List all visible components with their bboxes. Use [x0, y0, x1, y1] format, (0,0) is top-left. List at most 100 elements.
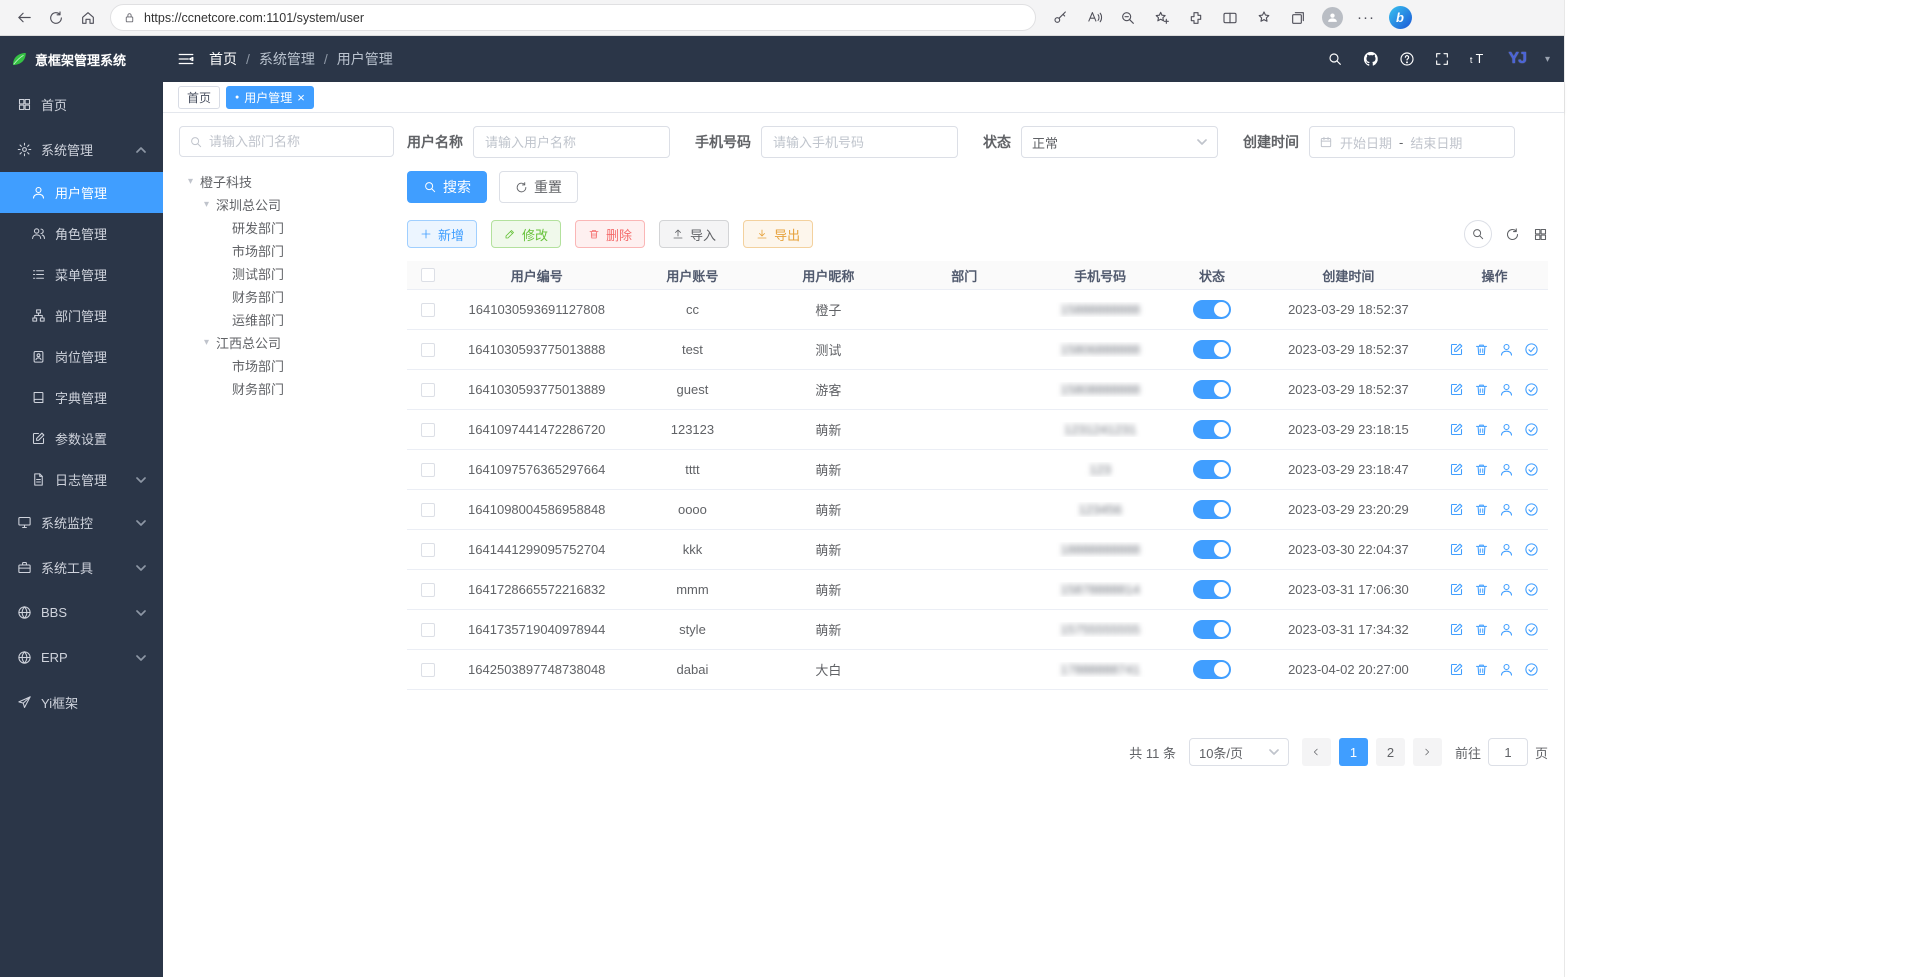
- status-toggle[interactable]: [1193, 300, 1231, 319]
- row-checkbox[interactable]: [421, 583, 435, 597]
- sidebar-item-role-mgmt[interactable]: 角色管理: [0, 213, 163, 254]
- row-checkbox[interactable]: [421, 423, 435, 437]
- delete-icon[interactable]: [1474, 342, 1489, 357]
- zoom-out-icon[interactable]: [1112, 4, 1144, 32]
- export-button[interactable]: 导出: [743, 220, 813, 248]
- row-checkbox[interactable]: [421, 303, 435, 317]
- sidebar-item-yi-framework[interactable]: Yi框架: [0, 680, 163, 725]
- row-checkbox[interactable]: [421, 463, 435, 477]
- help-icon[interactable]: [1399, 51, 1415, 67]
- breadcrumb-home[interactable]: 首页: [209, 49, 237, 69]
- github-icon[interactable]: [1362, 50, 1380, 68]
- tree-node[interactable]: ▾ 市场部门: [179, 354, 394, 377]
- select-all-checkbox[interactable]: [421, 268, 435, 282]
- sidebar-item-tools[interactable]: 系统工具: [0, 545, 163, 590]
- row-checkbox[interactable]: [421, 383, 435, 397]
- assign-role-icon[interactable]: [1524, 582, 1539, 597]
- import-button[interactable]: 导入: [659, 220, 729, 248]
- profile-avatar[interactable]: [1316, 4, 1348, 32]
- tree-node[interactable]: ▾ 研发部门: [179, 216, 394, 239]
- home-icon[interactable]: [72, 4, 104, 32]
- edit-icon[interactable]: [1449, 622, 1464, 637]
- assign-role-icon[interactable]: [1524, 422, 1539, 437]
- status-toggle[interactable]: [1193, 500, 1231, 519]
- refresh-icon[interactable]: [40, 4, 72, 32]
- status-toggle[interactable]: [1193, 340, 1231, 359]
- delete-button[interactable]: 删除: [575, 220, 645, 248]
- status-toggle[interactable]: [1193, 460, 1231, 479]
- tree-expand-icon[interactable]: ▾: [200, 337, 213, 348]
- sidebar-item-erp[interactable]: ERP: [0, 635, 163, 680]
- edit-icon[interactable]: [1449, 502, 1464, 517]
- delete-icon[interactable]: [1474, 662, 1489, 677]
- password-key-icon[interactable]: [1044, 4, 1076, 32]
- assign-role-icon[interactable]: [1524, 342, 1539, 357]
- assign-role-icon[interactable]: [1524, 662, 1539, 677]
- sidebar-item-menu-mgmt[interactable]: 菜单管理: [0, 254, 163, 295]
- sidebar-item-dept-mgmt[interactable]: 部门管理: [0, 295, 163, 336]
- split-screen-icon[interactable]: [1214, 4, 1246, 32]
- edit-icon[interactable]: [1449, 382, 1464, 397]
- edit-icon[interactable]: [1449, 342, 1464, 357]
- assign-role-icon[interactable]: [1524, 542, 1539, 557]
- reset-password-icon[interactable]: [1499, 542, 1514, 557]
- extensions-icon[interactable]: [1180, 4, 1212, 32]
- date-range-picker[interactable]: 开始日期 - 结束日期: [1309, 126, 1515, 158]
- sidebar-item-home[interactable]: 首页: [0, 82, 163, 127]
- table-refresh-icon[interactable]: [1505, 227, 1520, 242]
- row-checkbox[interactable]: [421, 663, 435, 677]
- sidebar-item-dict-mgmt[interactable]: 字典管理: [0, 377, 163, 418]
- add-favorite-icon[interactable]: [1146, 4, 1178, 32]
- tree-expand-icon[interactable]: ▾: [184, 176, 197, 187]
- reset-button[interactable]: 重置: [499, 171, 578, 203]
- assign-role-icon[interactable]: [1524, 382, 1539, 397]
- collections-icon[interactable]: [1282, 4, 1314, 32]
- user-avatar-logo[interactable]: YJ: [1508, 50, 1526, 68]
- url-text[interactable]: https://ccnetcore.com:1101/system/user: [144, 11, 364, 25]
- tree-node[interactable]: ▾ 江西总公司: [179, 331, 394, 354]
- search-icon[interactable]: [1327, 51, 1343, 67]
- sidebar-item-system[interactable]: 系统管理: [0, 127, 163, 172]
- row-checkbox[interactable]: [421, 623, 435, 637]
- next-page-button[interactable]: [1413, 738, 1442, 766]
- tab-home[interactable]: 首页: [178, 86, 220, 109]
- delete-icon[interactable]: [1474, 542, 1489, 557]
- sidebar-item-param-settings[interactable]: 参数设置: [0, 418, 163, 459]
- sidebar-item-user-mgmt[interactable]: 用户管理: [0, 172, 163, 213]
- modify-button[interactable]: 修改: [491, 220, 561, 248]
- tree-node[interactable]: ▾ 深圳总公司: [179, 193, 394, 216]
- sidebar-item-post-mgmt[interactable]: 岗位管理: [0, 336, 163, 377]
- status-toggle[interactable]: [1193, 620, 1231, 639]
- row-checkbox[interactable]: [421, 543, 435, 557]
- delete-icon[interactable]: [1474, 582, 1489, 597]
- table-search-toggle-icon[interactable]: [1464, 220, 1492, 248]
- delete-icon[interactable]: [1474, 422, 1489, 437]
- edit-icon[interactable]: [1449, 582, 1464, 597]
- assign-role-icon[interactable]: [1524, 502, 1539, 517]
- back-icon[interactable]: [8, 4, 40, 32]
- edit-icon[interactable]: [1449, 662, 1464, 677]
- delete-icon[interactable]: [1474, 622, 1489, 637]
- reset-password-icon[interactable]: [1499, 382, 1514, 397]
- reset-password-icon[interactable]: [1499, 342, 1514, 357]
- breadcrumb-system[interactable]: 系统管理: [259, 49, 315, 69]
- read-aloud-icon[interactable]: [1078, 4, 1110, 32]
- goto-page-input[interactable]: [1488, 738, 1528, 766]
- reset-password-icon[interactable]: [1499, 462, 1514, 477]
- sidebar-collapse-icon[interactable]: [177, 50, 195, 68]
- sidebar-item-log-mgmt[interactable]: 日志管理: [0, 459, 163, 500]
- page-button-1[interactable]: 1: [1339, 738, 1368, 766]
- reset-password-icon[interactable]: [1499, 502, 1514, 517]
- edit-icon[interactable]: [1449, 422, 1464, 437]
- tab-user-mgmt[interactable]: ● 用户管理 ×: [226, 86, 314, 109]
- add-button[interactable]: 新增: [407, 220, 477, 248]
- tree-node[interactable]: ▾ 运维部门: [179, 308, 394, 331]
- reset-password-icon[interactable]: [1499, 422, 1514, 437]
- reset-password-icon[interactable]: [1499, 662, 1514, 677]
- edit-icon[interactable]: [1449, 462, 1464, 477]
- username-input[interactable]: [473, 126, 670, 158]
- bing-chat-icon[interactable]: b: [1384, 4, 1416, 32]
- prev-page-button[interactable]: [1302, 738, 1331, 766]
- sidebar-item-monitor[interactable]: 系统监控: [0, 500, 163, 545]
- address-bar[interactable]: https://ccnetcore.com:1101/system/user: [110, 4, 1036, 31]
